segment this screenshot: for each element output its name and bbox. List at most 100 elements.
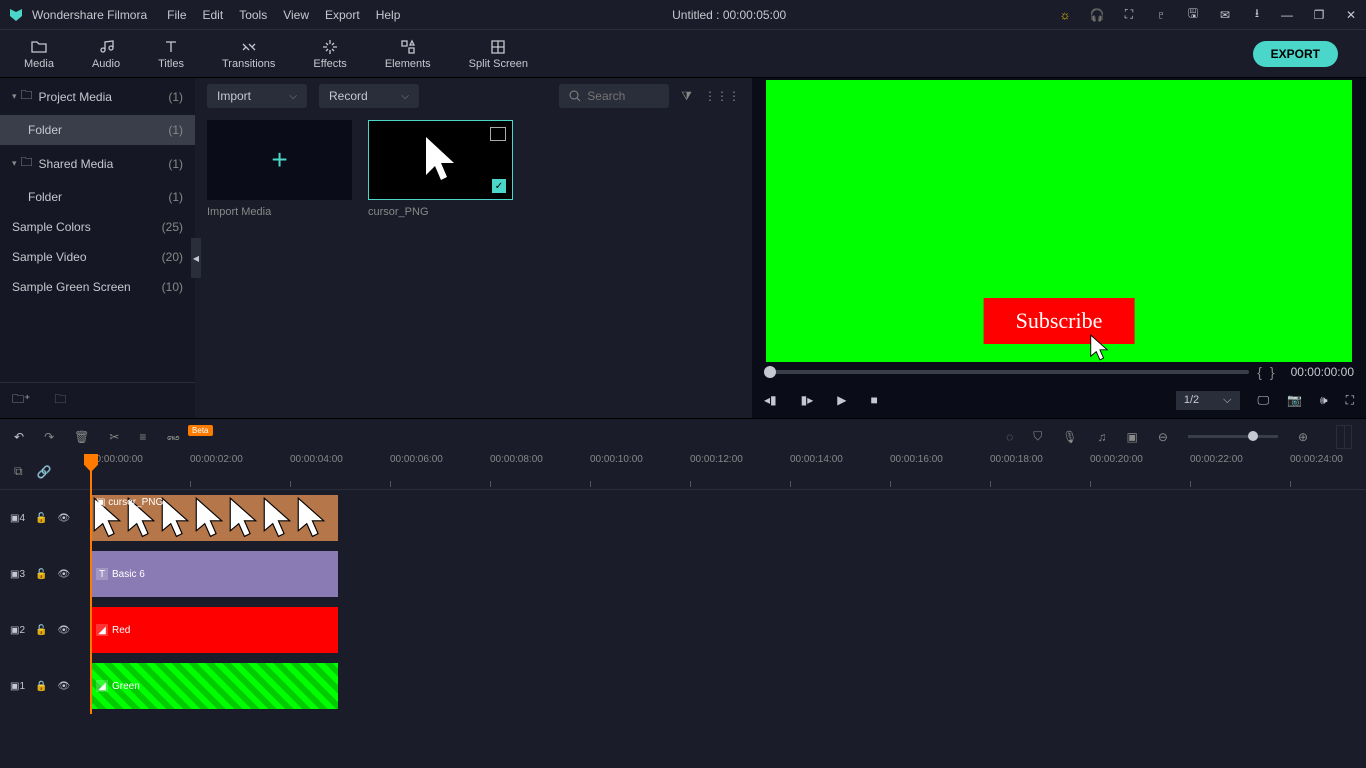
grid-view-icon[interactable]: ⋮⋮⋮ xyxy=(704,89,740,103)
menu-export[interactable]: Export xyxy=(325,8,360,22)
cut-icon[interactable]: ✂ xyxy=(109,430,119,444)
menu-view[interactable]: View xyxy=(283,8,309,22)
sidebar-item-folder[interactable]: Folder (1) xyxy=(0,115,195,145)
volume-icon[interactable]: 🕪 xyxy=(1320,393,1328,408)
step-play-icon[interactable]: ▮▸ xyxy=(801,393,814,407)
mark-out-icon[interactable]: } xyxy=(1270,364,1275,380)
tab-titles[interactable]: Titles xyxy=(146,34,196,74)
save-icon[interactable]: 🖫 xyxy=(1186,8,1200,22)
delete-icon[interactable]: 🗑 xyxy=(74,430,89,444)
timeline-toolbar: ↶ ↷ 🗑 ✂ ≡ ꘏ Beta ◌ ⛉ 🎙 ♫ ▣ ⊖ ⊕ xyxy=(0,418,1366,454)
audio-waveform-icon[interactable]: ꘏ xyxy=(166,429,180,444)
download-icon[interactable]: ⭳ xyxy=(1250,8,1264,22)
scrubber-track[interactable] xyxy=(764,370,1249,374)
display-icon[interactable]: 🖵 xyxy=(1258,393,1270,408)
lock-icon[interactable]: 🔓 xyxy=(35,625,47,636)
media-grid: + Import Media ✓ cursor_PNG xyxy=(207,120,740,218)
clip-basic-6[interactable]: TBasic 6 xyxy=(90,551,338,597)
cursor-icon xyxy=(421,135,461,185)
tab-split-screen[interactable]: Split Screen xyxy=(457,34,540,74)
mail-icon[interactable]: ✉ xyxy=(1218,8,1232,22)
beta-badge: Beta xyxy=(188,425,212,436)
zoom-in-icon[interactable]: ⊕ xyxy=(1298,430,1308,444)
folder-icon[interactable]: 🗀 xyxy=(54,390,66,411)
mark-in-icon[interactable]: { xyxy=(1257,364,1262,380)
track-row-1[interactable]: ◢Green xyxy=(68,658,1366,714)
sidebar-item-sample-video[interactable]: Sample Video (20) xyxy=(0,242,195,272)
clip-green[interactable]: ◢Green xyxy=(90,663,338,709)
headphones-icon[interactable]: 🎧 xyxy=(1090,8,1104,22)
zoom-handle[interactable] xyxy=(1248,431,1258,441)
track-header-1[interactable]: ▣1🔒👁 xyxy=(0,658,68,714)
redo-icon[interactable]: ↷ xyxy=(44,430,54,444)
clip-cursor-png[interactable]: ▣ cursor_PNG xyxy=(90,495,338,541)
menu-tools[interactable]: Tools xyxy=(239,8,267,22)
lock-icon[interactable]: 🔓 xyxy=(35,569,47,580)
sidebar-item-sample-colors[interactable]: Sample Colors (25) xyxy=(0,212,195,242)
new-folder-icon[interactable]: 🗀⁺ xyxy=(12,390,30,411)
prev-frame-icon[interactable]: ◂▮ xyxy=(764,393,777,407)
tab-media[interactable]: Media xyxy=(12,34,66,74)
track-row-4[interactable]: ▣ cursor_PNG xyxy=(68,490,1366,546)
sidebar-collapse-button[interactable]: ◀ xyxy=(191,238,201,278)
menu-help[interactable]: Help xyxy=(376,8,401,22)
sidebar-item-shared-media[interactable]: 🗀 Shared Media (1) xyxy=(0,145,195,182)
timeline-area: ⧉ 🔗 ▣4🔓👁 ▣3🔓👁 ▣2🔓👁 ▣1🔒👁 00:00:00:0000:00… xyxy=(0,454,1366,714)
filter-icon[interactable]: ⧩ xyxy=(681,89,692,104)
settings-slider-icon[interactable]: ≡ xyxy=(139,430,146,444)
preview-subscribe-overlay: Subscribe xyxy=(984,298,1135,344)
minimize-icon[interactable]: — xyxy=(1280,8,1294,22)
snapshot-icon[interactable]: 📷 xyxy=(1287,393,1302,407)
stop-icon[interactable]: ■ xyxy=(871,393,878,407)
menu-edit[interactable]: Edit xyxy=(203,8,224,22)
fullscreen-icon[interactable]: ⛶ xyxy=(1346,393,1354,408)
lightbulb-icon[interactable]: ☼ xyxy=(1058,8,1072,22)
media-toolbar: Import Record ⧩ ⋮⋮⋮ xyxy=(207,84,740,108)
track-header-2[interactable]: ▣2🔓👁 xyxy=(0,602,68,658)
music-note-icon[interactable]: ♫ xyxy=(1098,430,1107,444)
play-icon[interactable]: ▶ xyxy=(837,393,846,407)
playhead[interactable] xyxy=(90,454,92,714)
gift-icon[interactable]: ⛶ xyxy=(1122,8,1136,22)
sidebar-item-sample-green-screen[interactable]: Sample Green Screen (10) xyxy=(0,272,195,302)
lock-icon[interactable]: 🔒 xyxy=(35,681,47,692)
zoom-slider[interactable] xyxy=(1188,435,1278,438)
sidebar-item-shared-folder[interactable]: Folder (1) xyxy=(0,182,195,212)
tab-audio[interactable]: Audio xyxy=(80,34,132,74)
import-media-slot[interactable]: + Import Media xyxy=(207,120,352,218)
search-input[interactable] xyxy=(587,89,657,103)
undo-icon[interactable]: ↶ xyxy=(14,430,24,444)
lock-icon[interactable]: 🔓 xyxy=(35,513,47,524)
export-button[interactable]: EXPORT xyxy=(1253,41,1338,67)
close-icon[interactable]: ✕ xyxy=(1344,8,1358,22)
search-box[interactable] xyxy=(559,84,669,108)
user-icon[interactable]: ♇ xyxy=(1154,8,1168,22)
scrubber-handle[interactable] xyxy=(764,366,776,378)
zoom-ratio-dropdown[interactable]: 1/2⌵ xyxy=(1176,391,1240,410)
clip-red[interactable]: ◢Red xyxy=(90,607,338,653)
tab-effects[interactable]: Effects xyxy=(301,34,358,74)
tab-elements[interactable]: Elements xyxy=(373,34,443,74)
import-dropdown[interactable]: Import xyxy=(207,84,307,108)
track-header-4[interactable]: ▣4🔓👁 xyxy=(0,490,68,546)
circle-icon[interactable]: ◌ xyxy=(1006,430,1013,444)
maximize-icon[interactable]: ❐ xyxy=(1312,8,1326,22)
timeline-ruler[interactable]: 00:00:00:0000:00:02:0000:00:04:0000:00:0… xyxy=(68,454,1366,490)
zoom-out-icon[interactable]: ⊖ xyxy=(1158,430,1168,444)
track-header-3[interactable]: ▣3🔓👁 xyxy=(0,546,68,602)
timeline-tracks[interactable]: 00:00:00:0000:00:02:0000:00:04:0000:00:0… xyxy=(68,454,1366,714)
shield-icon[interactable]: ⛉ xyxy=(1033,429,1042,444)
preview-canvas[interactable]: Subscribe xyxy=(766,80,1352,362)
sidebar-item-project-media[interactable]: 🗀 Project Media (1) xyxy=(0,78,195,115)
menu-file[interactable]: File xyxy=(167,8,186,22)
app-name: Wondershare Filmora xyxy=(32,8,147,22)
layers-icon[interactable]: ⧉ xyxy=(14,464,23,479)
track-row-2[interactable]: ◢Red xyxy=(68,602,1366,658)
frame-icon[interactable]: ▣ xyxy=(1127,430,1138,444)
record-dropdown[interactable]: Record xyxy=(319,84,419,108)
track-row-3[interactable]: TBasic 6 xyxy=(68,546,1366,602)
link-icon[interactable]: 🔗 xyxy=(37,465,52,479)
mic-icon[interactable]: 🎙 xyxy=(1062,430,1077,444)
media-item-cursor[interactable]: ✓ cursor_PNG xyxy=(368,120,513,218)
tab-transitions[interactable]: Transitions xyxy=(210,34,287,74)
